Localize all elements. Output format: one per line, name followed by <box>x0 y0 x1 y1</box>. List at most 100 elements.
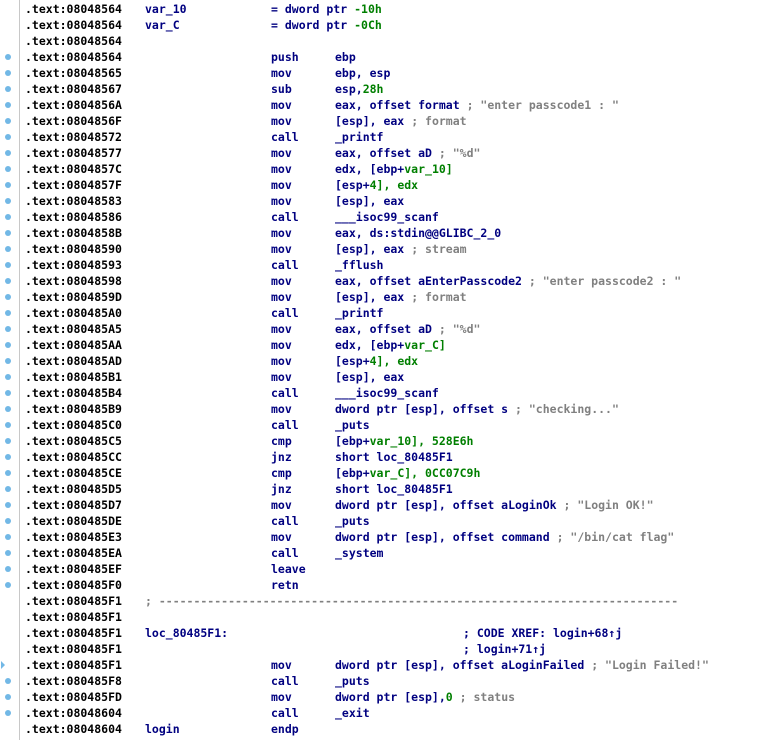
disasm-line[interactable]: .text:080485D5 jnz short loc_80485F1 <box>0 481 769 497</box>
instruction-mnemonic[interactable]: mov <box>271 529 292 545</box>
breakpoint-dot-icon[interactable] <box>5 694 11 700</box>
line-address[interactable]: .text:0804857C <box>25 161 122 177</box>
disasm-line[interactable]: .text:080485B9 mov dword ptr [esp], offset… <box>0 401 769 417</box>
disasm-line[interactable]: .text:0804856F mov [esp], eax ; format <box>0 113 769 129</box>
breakpoint-dot-icon[interactable] <box>5 54 11 60</box>
instruction-operands[interactable]: [esp], eax ; stream <box>335 241 467 257</box>
breakpoint-dot-icon[interactable] <box>5 470 11 476</box>
breakpoint-dot-icon[interactable] <box>5 230 11 236</box>
instruction-operands[interactable]: ___isoc99_scanf <box>335 385 439 401</box>
operand-text[interactable]: edx, [ebp+ <box>335 338 404 352</box>
disasm-line[interactable]: .text:08048564 var_10 = dword ptr -10h <box>0 1 769 17</box>
operand-text[interactable]: esp, <box>335 82 363 96</box>
instruction-operands[interactable]: ebp <box>335 49 356 65</box>
instruction-operands[interactable]: _printf <box>335 305 383 321</box>
line-address[interactable]: .text:080485FD <box>25 689 122 705</box>
instruction-operands[interactable]: dword ptr [esp], offset command ; "/bin/… <box>335 529 674 545</box>
operand-text[interactable]: _fflush <box>335 258 383 272</box>
code-xref-comment[interactable]: ; login+71↑j <box>463 641 546 657</box>
operand-text[interactable]: ___isoc99_scanf <box>335 210 439 224</box>
breakpoint-dot-icon[interactable] <box>5 134 11 140</box>
instruction-mnemonic[interactable]: mov <box>271 273 292 289</box>
instruction-operands[interactable]: short loc_80485F1 <box>335 481 453 497</box>
line-address[interactable]: .text:080485B9 <box>25 401 122 417</box>
instruction-mnemonic[interactable]: mov <box>271 193 292 209</box>
line-address[interactable]: .text:080485F1 <box>25 625 122 641</box>
line-address[interactable]: .text:080485AD <box>25 353 122 369</box>
instruction-operands[interactable]: _printf <box>335 129 383 145</box>
instruction-operands[interactable]: _exit <box>335 705 370 721</box>
instruction-mnemonic[interactable]: push <box>271 49 299 65</box>
instruction-mnemonic[interactable]: call <box>271 129 299 145</box>
operand-variable[interactable]: var_10], 528E6h <box>370 434 474 448</box>
breakpoint-dot-icon[interactable] <box>5 454 11 460</box>
instruction-mnemonic[interactable]: mov <box>271 321 292 337</box>
disasm-line[interactable]: .text:080485C0 call _puts <box>0 417 769 433</box>
line-address[interactable]: .text:08048598 <box>25 273 122 289</box>
operand-text[interactable]: _printf <box>335 306 383 320</box>
operand-text[interactable]: eax, ds:stdin@@GLIBC_2_0 <box>335 226 501 240</box>
disasm-line[interactable]: .text:08048604 login endp <box>0 721 769 737</box>
line-label[interactable]: loc_80485F1: <box>145 625 228 641</box>
operand-text[interactable]: [esp], eax <box>335 242 404 256</box>
operand-text[interactable]: eax, offset aD <box>335 146 432 160</box>
disasm-line[interactable]: .text:080485F1 mov dword ptr [esp], offset… <box>0 657 769 673</box>
disasm-line[interactable]: .text:08048604 call _exit <box>0 705 769 721</box>
instruction-mnemonic[interactable]: call <box>271 305 299 321</box>
instruction-operands[interactable]: _system <box>335 545 383 561</box>
instruction-mnemonic[interactable]: call <box>271 385 299 401</box>
breakpoint-dot-icon[interactable] <box>5 150 11 156</box>
instruction-mnemonic[interactable]: call <box>271 257 299 273</box>
line-address[interactable]: .text:0804856A <box>25 97 122 113</box>
disasm-line[interactable]: .text:08048567 sub esp,28h <box>0 81 769 97</box>
line-address[interactable]: .text:08048564 <box>25 49 122 65</box>
operand-text[interactable]: ___isoc99_scanf <box>335 386 439 400</box>
instruction-mnemonic[interactable]: cmp <box>271 433 292 449</box>
line-address[interactable]: .text:080485CE <box>25 465 122 481</box>
operand-variable[interactable]: 4], edx <box>370 354 418 368</box>
instruction-operands[interactable]: ebp, esp <box>335 65 390 81</box>
line-address[interactable]: .text:080485CC <box>25 449 122 465</box>
breakpoint-dot-icon[interactable] <box>5 326 11 332</box>
breakpoint-dot-icon[interactable] <box>5 550 11 556</box>
instruction-operands[interactable]: dword ptr [esp], offset aLoginOk ; "Logi… <box>335 497 654 513</box>
breakpoint-dot-icon[interactable] <box>5 534 11 540</box>
line-address[interactable]: .text:08048567 <box>25 81 122 97</box>
disasm-line[interactable]: .text:08048564 var_C = dword ptr -0Ch <box>0 17 769 33</box>
disasm-line[interactable]: .text:080485B4 call ___isoc99_scanf <box>0 385 769 401</box>
instruction-operands[interactable]: [esp], eax <box>335 369 404 385</box>
disasm-line[interactable]: .text:0804857F mov [esp+4], edx <box>0 177 769 193</box>
instruction-mnemonic[interactable]: mov <box>271 113 292 129</box>
instruction-operands[interactable]: _puts <box>335 513 370 529</box>
line-address[interactable]: .text:080485B1 <box>25 369 122 385</box>
breakpoint-dot-icon[interactable] <box>5 358 11 364</box>
disasm-line[interactable]: .text:080485F1 ; login+71↑j <box>0 641 769 657</box>
operand-text[interactable]: dword ptr [esp], offset aLoginOk <box>335 498 557 512</box>
line-address[interactable]: .text:080485AA <box>25 337 122 353</box>
instruction-mnemonic[interactable]: cmp <box>271 465 292 481</box>
instruction-mnemonic[interactable]: mov <box>271 289 292 305</box>
breakpoint-dot-icon[interactable] <box>5 118 11 124</box>
instruction-mnemonic[interactable]: mov <box>271 225 292 241</box>
instruction-operands[interactable]: [esp], eax ; format <box>335 113 467 129</box>
disasm-line[interactable]: .text:08048564 <box>0 33 769 49</box>
operand-text[interactable]: [ebp+ <box>335 434 370 448</box>
disasm-line[interactable]: .text:08048565 mov ebp, esp <box>0 65 769 81</box>
line-label[interactable]: var_C <box>145 17 180 33</box>
operand-text[interactable]: short loc_80485F1 <box>335 450 453 464</box>
instruction-mnemonic[interactable]: call <box>271 545 299 561</box>
disasm-line[interactable]: .text:080485FD mov dword ptr [esp],0 ; sta… <box>0 689 769 705</box>
instruction-operands[interactable]: [esp], eax ; format <box>335 289 467 305</box>
breakpoint-dot-icon[interactable] <box>5 406 11 412</box>
instruction-mnemonic[interactable]: call <box>271 513 299 529</box>
instruction-operands[interactable]: dword ptr [esp],0 ; status <box>335 689 515 705</box>
line-address[interactable]: .text:080485DE <box>25 513 122 529</box>
line-address[interactable]: .text:080485EF <box>25 561 122 577</box>
disassembly-view[interactable]: .text:08048564 var_10 = dword ptr -10h .tex… <box>0 0 769 740</box>
operand-text[interactable]: eax, offset format <box>335 98 460 112</box>
breakpoint-dot-icon[interactable] <box>5 102 11 108</box>
disasm-line[interactable]: .text:08048586 call ___isoc99_scanf <box>0 209 769 225</box>
disasm-line[interactable]: .text:080485F0 retn <box>0 577 769 593</box>
line-address[interactable]: .text:08048564 <box>25 1 122 17</box>
breakpoint-dot-icon[interactable] <box>5 438 11 444</box>
